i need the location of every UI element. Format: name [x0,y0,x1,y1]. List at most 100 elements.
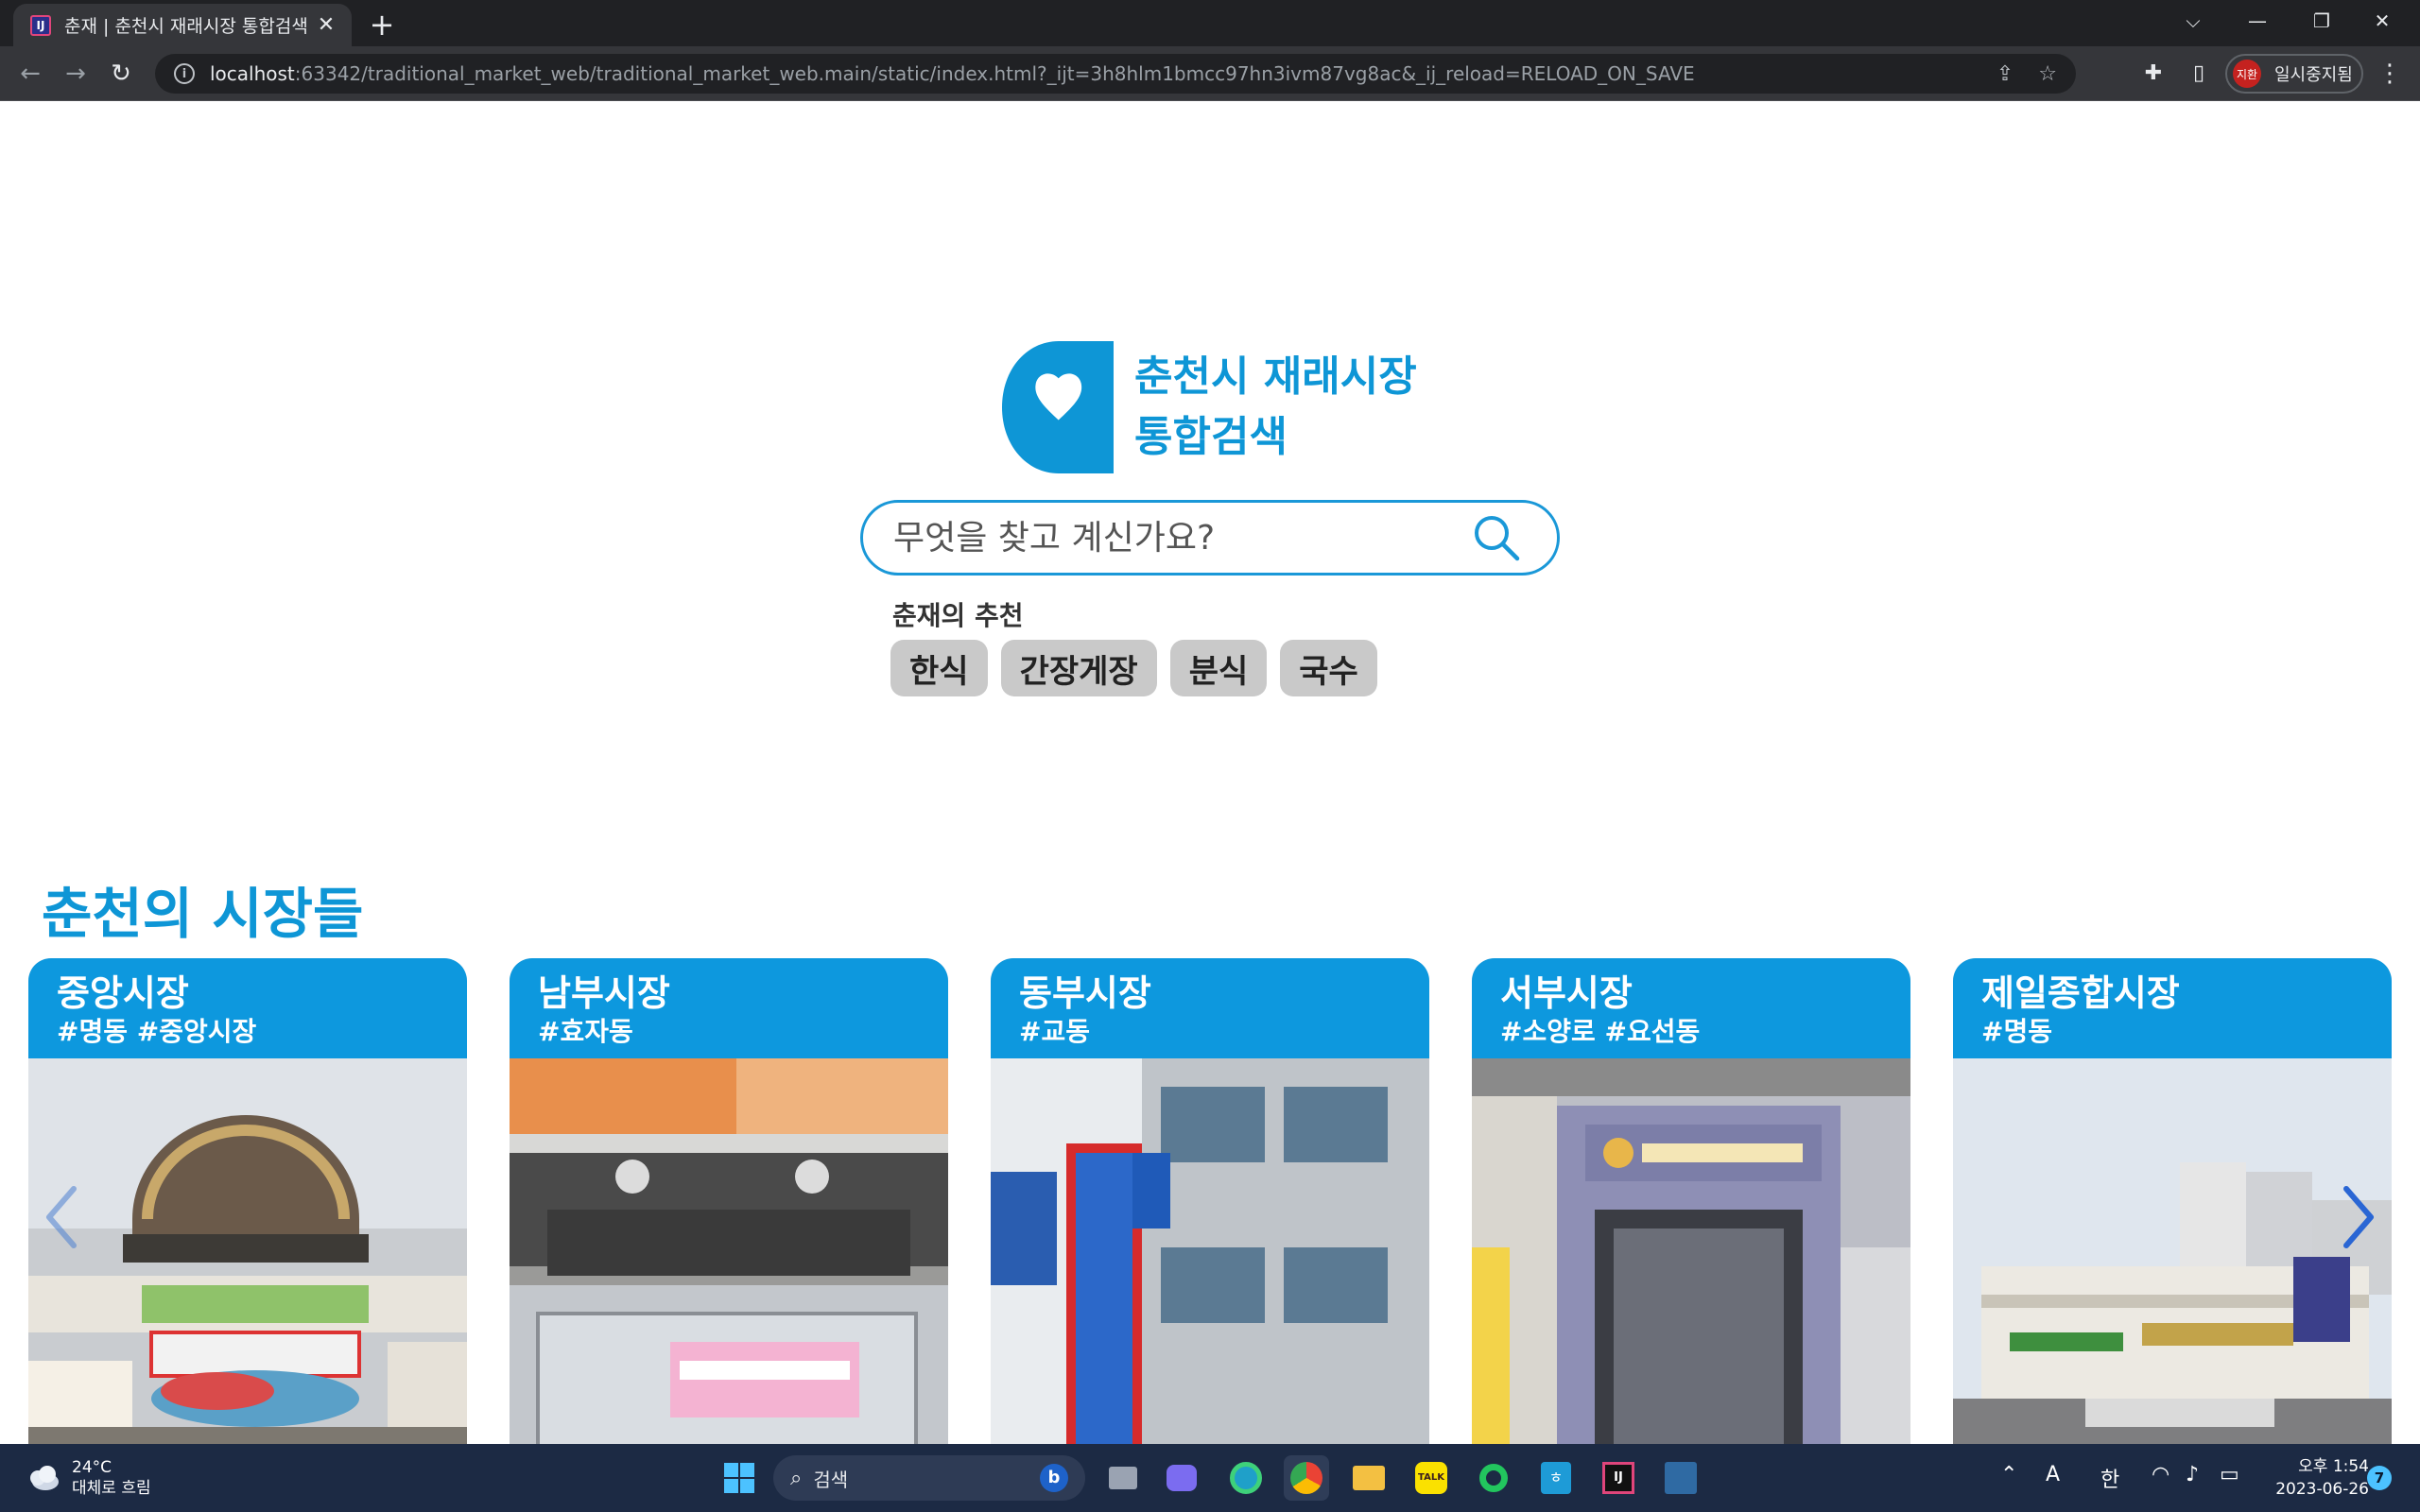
card-title: 남부시장 [538,972,670,1014]
tab-close-icon[interactable]: ✕ [314,13,338,38]
reload-icon[interactable]: ↻ [106,59,136,89]
card-header: 남부시장 #효자동 [510,958,948,1058]
back-arrow-icon[interactable]: ← [15,59,45,89]
market-photo [1953,1058,2392,1444]
logo-title-line1: 춘천시 재래시장 [1134,352,1417,401]
share-icon[interactable]: ⇪ [1996,62,2014,86]
card-header: 동부시장 #교동 [991,958,1429,1058]
logo-text: 춘천시 재래시장 통합검색 [1134,347,1417,468]
avatar: 지환 [2233,60,2261,88]
profile-status-label: 일시중지됨 [2274,65,2353,85]
chip-korean-food[interactable]: 한식 [890,640,988,696]
clock-time: 오후 1:54 [2298,1457,2369,1476]
market-card-dongbu[interactable]: 동부시장 #교동 [991,958,1429,1444]
logo-title-line2: 통합검색 [1134,413,1288,461]
restore-window-icon[interactable]: ❐ [2303,6,2341,36]
forward-arrow-icon[interactable]: → [60,59,91,89]
weather-temperature: 24°C [72,1458,112,1477]
card-tags: #교동 [1019,1016,1090,1047]
intellij-idea-icon[interactable]: IJ [1596,1455,1641,1501]
heart-c-logo-icon [1002,341,1114,473]
carousel-prev-chevron-icon[interactable] [38,1179,85,1255]
card-tags: #소양로 #요선동 [1500,1016,1701,1047]
chip-soy-crab[interactable]: 간장게장 [1000,640,1157,696]
naver-whale-icon[interactable] [1471,1455,1516,1501]
ime-mode-a[interactable]: A [2046,1463,2060,1486]
browser-tab-active[interactable]: IJ 춘재 | 춘천시 재래시장 통합검색 ✕ [13,4,352,46]
address-bar[interactable]: i localhost:63342/traditional_market_web… [155,54,2076,94]
kakaotalk-icon[interactable]: TALK [1409,1455,1454,1501]
chip-snack-food[interactable]: 분식 [1169,640,1268,696]
search-icon[interactable] [1470,511,1523,564]
market-carousel: 중앙시장 #명동 #중앙시장 남부시장 #효자동 동부시장 #교동 서부시장 #… [28,958,2392,1444]
windows-taskbar: 24°C 대체로 흐림 ⌕ 검색 b TALK ㅎ IJ ⌃ A 한 ◠ ♪ ▭… [0,1444,2420,1512]
card-header: 제일종합시장 #명동 [1953,958,2392,1058]
market-photo [1472,1058,1910,1444]
site-logo[interactable]: 춘천시 재래시장 통합검색 [1002,341,1417,473]
system-clock[interactable]: 오후 1:54 2023-06-26 [2265,1455,2369,1501]
side-panel-icon[interactable]: ▯ [2184,59,2214,89]
weather-text: 24°C 대체로 흐림 [72,1457,151,1499]
card-title: 제일종합시장 [1981,972,2180,1014]
extensions-puzzle-icon[interactable]: ✚ [2138,59,2169,89]
edge-icon[interactable] [1223,1455,1269,1501]
intellij-favicon-icon: IJ [30,14,51,36]
search-bar [860,500,1560,576]
cloudy-weather-icon [30,1466,59,1490]
bookmark-star-icon[interactable]: ☆ [2038,62,2057,86]
browser-menu-icon[interactable]: ⋮ [2375,59,2405,89]
tab-title: 춘재 | 춘천시 재래시장 통합검색 [64,16,306,37]
browser-toolbar: ← → ↻ i localhost:63342/traditional_mark… [0,46,2420,101]
card-tags: #명동 [1981,1016,2052,1047]
card-tags: #효자동 [538,1016,633,1047]
start-windows-icon[interactable] [717,1455,762,1501]
market-photo [510,1058,948,1444]
market-card-jeil[interactable]: 제일종합시장 #명동 [1953,958,2392,1444]
carousel-next-chevron-icon[interactable] [2335,1179,2382,1255]
file-explorer-icon[interactable] [1346,1455,1392,1501]
minimize-window-icon[interactable]: — [2238,6,2276,36]
chrome-icon[interactable] [1284,1455,1329,1501]
taskbar-search-label: 검색 [813,1468,849,1491]
bing-icon[interactable]: b [1040,1464,1068,1492]
close-window-icon[interactable]: ✕ [2363,6,2401,36]
card-title: 서부시장 [1500,972,1633,1014]
mysql-workbench-icon[interactable] [1658,1455,1703,1501]
market-card-jungang[interactable]: 중앙시장 #명동 #중앙시장 [28,958,467,1444]
volume-icon[interactable]: ♪ [2186,1463,2199,1486]
new-tab-button[interactable]: + [367,9,397,40]
search-input[interactable] [893,518,1470,558]
weather-widget[interactable]: 24°C 대체로 흐림 [25,1457,151,1499]
battery-icon[interactable]: ▭ [2220,1463,2239,1486]
card-tags: #명동 #중앙시장 [57,1016,257,1047]
profile-button[interactable]: 지환 일시중지됨 [2225,54,2363,94]
hangul-word-icon[interactable]: ㅎ [1533,1455,1579,1501]
markets-heading: 춘천의 시장들 [42,882,364,946]
card-header: 서부시장 #소양로 #요선동 [1472,958,1910,1058]
wifi-icon[interactable]: ◠ [2152,1463,2169,1486]
search-icon: ⌕ [790,1466,803,1490]
browser-tab-strip: IJ 춘재 | 춘천시 재래시장 통합검색 ✕ + ⌵ — ❐ ✕ [0,0,2420,46]
url-text[interactable]: localhost:63342/traditional_market_web/t… [210,62,1972,85]
page-viewport: 춘천시 재래시장 통합검색 춘재의 추천 한식 간장게장 분식 국수 춘천의 시… [0,102,2420,1444]
clock-date: 2023-06-26 [2275,1480,2369,1499]
card-title: 동부시장 [1019,972,1151,1014]
tab-search-chevron-icon[interactable]: ⌵ [2174,6,2212,36]
tray-overflow-chevron-icon[interactable]: ⌃ [2000,1463,2017,1486]
chip-noodles[interactable]: 국수 [1280,640,1377,696]
chat-icon[interactable] [1159,1455,1204,1501]
card-header: 중앙시장 #명동 #중앙시장 [28,958,467,1058]
ime-mode-hangul[interactable]: 한 [2100,1463,2119,1493]
weather-condition: 대체로 흐림 [72,1479,151,1498]
card-title: 중앙시장 [57,972,189,1014]
taskbar-search-box[interactable]: ⌕ 검색 b [773,1455,1085,1501]
task-view-icon[interactable] [1100,1455,1146,1501]
market-card-nambu[interactable]: 남부시장 #효자동 [510,958,948,1444]
notification-badge[interactable]: 7 [2367,1466,2392,1490]
site-info-icon[interactable]: i [174,63,195,84]
recommendation-chips: 한식 간장게장 분식 국수 [890,640,1377,696]
recommendation-title: 춘재의 추천 [892,600,1024,631]
market-photo [28,1058,467,1444]
market-photo [991,1058,1429,1444]
market-card-seobu[interactable]: 서부시장 #소양로 #요선동 [1472,958,1910,1444]
